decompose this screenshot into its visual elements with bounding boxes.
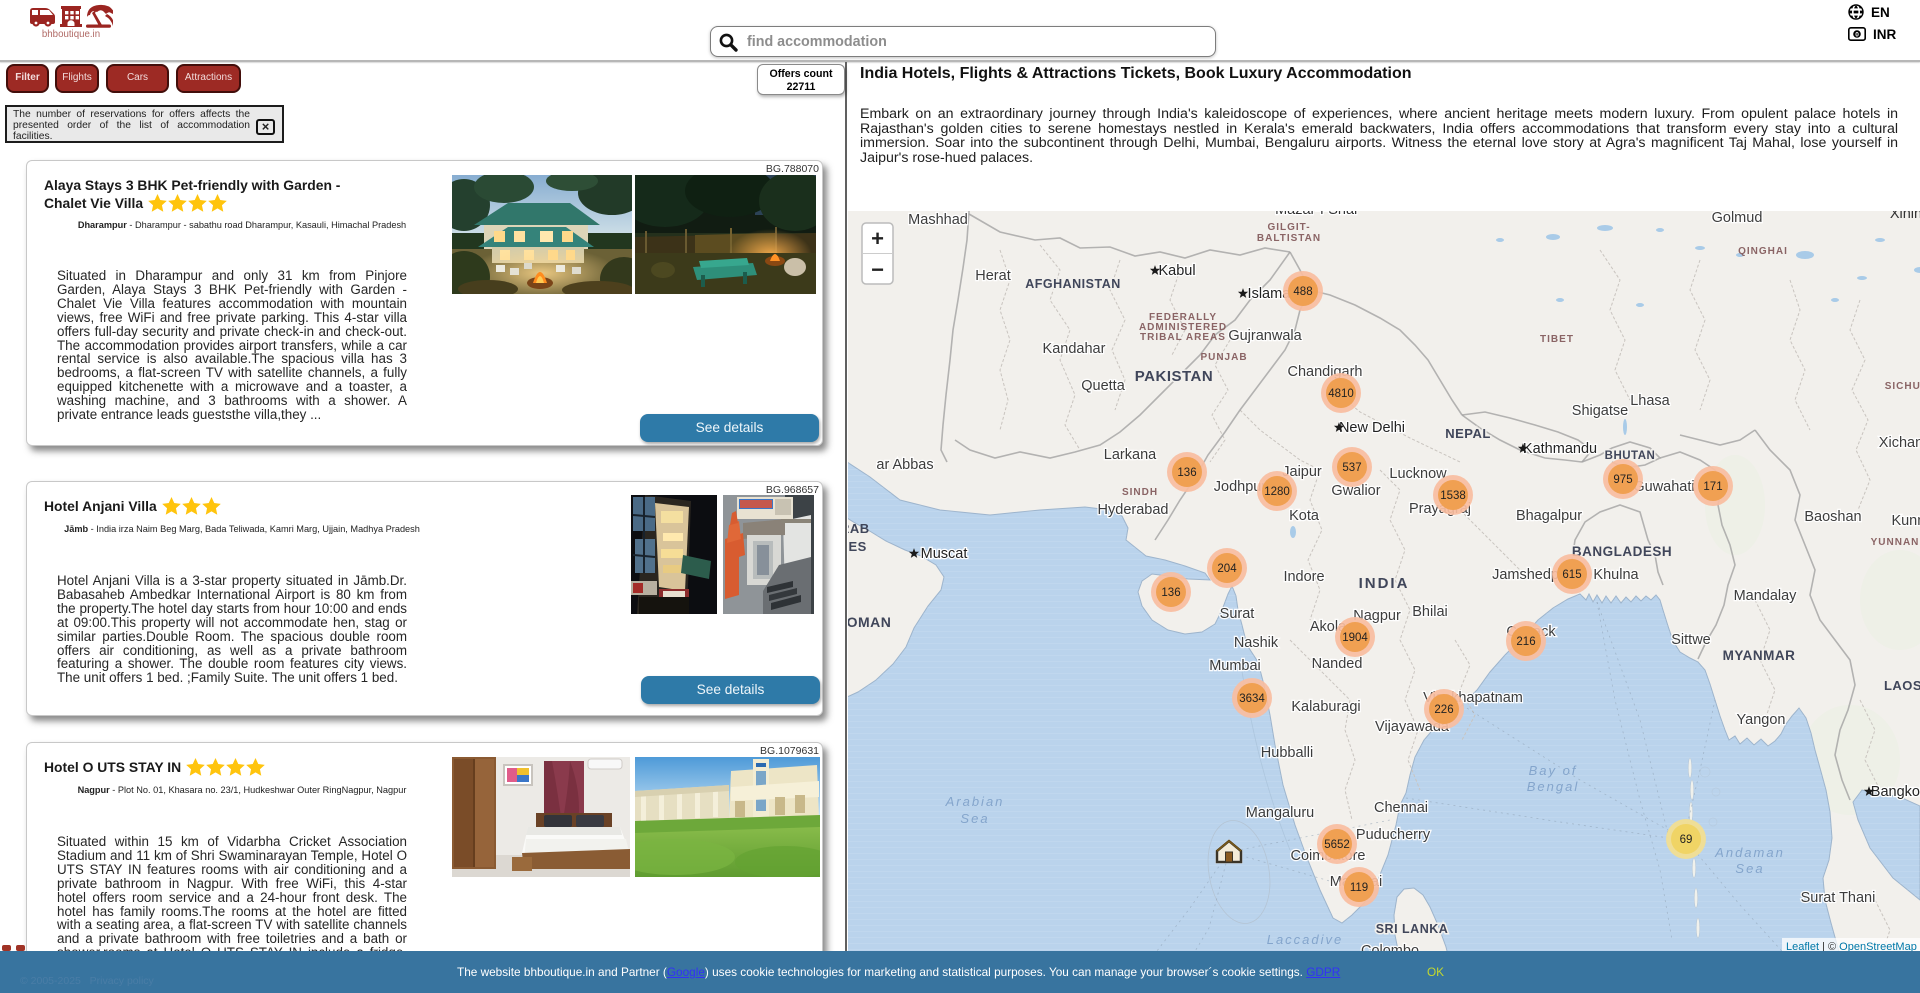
- svg-text:BALTISTAN: BALTISTAN: [1257, 233, 1321, 244]
- svg-text:Lucknow: Lucknow: [1389, 466, 1447, 482]
- svg-text:Surat: Surat: [1220, 606, 1255, 622]
- svg-text:MYANMAR: MYANMAR: [1723, 648, 1796, 663]
- svg-text:Arabian: Arabian: [945, 794, 1005, 809]
- svg-text:1538: 1538: [1440, 490, 1466, 502]
- svg-text:New Delhi: New Delhi: [1339, 420, 1405, 436]
- svg-text:Mandalay: Mandalay: [1734, 588, 1798, 604]
- svg-text:OMAN: OMAN: [848, 614, 891, 630]
- svg-text:−: −: [871, 257, 884, 282]
- svg-text:QINGHAI: QINGHAI: [1738, 246, 1788, 257]
- svg-text:LAOS: LAOS: [1884, 678, 1920, 693]
- svg-text:Laccadive: Laccadive: [1267, 932, 1344, 947]
- svg-text:TIBET: TIBET: [1540, 334, 1574, 345]
- svg-text:ar Abbas: ar Abbas: [876, 457, 933, 473]
- svg-text:Bhagalpur: Bhagalpur: [1516, 508, 1582, 524]
- svg-text:Golmud: Golmud: [1712, 211, 1763, 226]
- svg-text:Kathmandu: Kathmandu: [1523, 441, 1597, 457]
- svg-text:Kabul: Kabul: [1158, 263, 1195, 279]
- svg-text:Indore: Indore: [1283, 569, 1324, 585]
- svg-text:Shigatse: Shigatse: [1572, 403, 1628, 419]
- svg-text:SINDH: SINDH: [1122, 487, 1158, 498]
- svg-text:Bengal: Bengal: [1527, 779, 1579, 794]
- svg-text:BANGLADESH: BANGLADESH: [1572, 544, 1672, 559]
- svg-text:NEPAL: NEPAL: [1445, 426, 1491, 441]
- svg-text:Nanded: Nanded: [1312, 656, 1363, 672]
- svg-text:Andaman: Andaman: [1714, 845, 1785, 860]
- svg-text:TES: TES: [848, 539, 867, 554]
- svg-text:AFGHANISTAN: AFGHANISTAN: [1025, 277, 1121, 291]
- svg-text:Baoshan: Baoshan: [1804, 509, 1861, 525]
- svg-text:136: 136: [1161, 587, 1180, 599]
- svg-text:GILGIT-: GILGIT-: [1267, 222, 1310, 233]
- svg-text:SICHUAN: SICHUAN: [1885, 381, 1920, 392]
- svg-text:119: 119: [1350, 882, 1368, 894]
- svg-text:+: +: [871, 226, 884, 251]
- svg-text:YUNNAN: YUNNAN: [1871, 537, 1920, 548]
- svg-text:Chennai: Chennai: [1374, 800, 1428, 816]
- svg-text:204: 204: [1217, 563, 1237, 575]
- svg-text:4810: 4810: [1328, 388, 1354, 400]
- svg-text:Larkana: Larkana: [1104, 447, 1157, 463]
- svg-text:Mumbai: Mumbai: [1209, 658, 1261, 674]
- svg-text:Mashhad: Mashhad: [908, 212, 968, 228]
- svg-text:Sea: Sea: [960, 811, 989, 826]
- svg-text:Kalaburagi: Kalaburagi: [1291, 699, 1360, 715]
- svg-text:Xining: Xining: [1890, 211, 1920, 222]
- svg-text:Muscat: Muscat: [921, 546, 968, 562]
- svg-text:Kota: Kota: [1289, 508, 1320, 524]
- svg-text:488: 488: [1293, 286, 1312, 298]
- svg-text:Herat: Herat: [975, 268, 1010, 284]
- svg-text:Sea: Sea: [1735, 861, 1764, 876]
- svg-text:Kandahar: Kandahar: [1043, 341, 1106, 357]
- svg-text:TRIBAL AREAS: TRIBAL AREAS: [1140, 332, 1226, 343]
- svg-text:Mazar-i-Shar: Mazar-i-Shar: [1275, 211, 1359, 218]
- svg-text:537: 537: [1342, 462, 1361, 474]
- svg-text:Yangon: Yangon: [1737, 712, 1786, 728]
- svg-text:216: 216: [1516, 636, 1535, 648]
- svg-text:1904: 1904: [1342, 632, 1368, 644]
- svg-text:Puducherry: Puducherry: [1356, 827, 1431, 843]
- svg-text:Gujranwala: Gujranwala: [1228, 328, 1302, 344]
- svg-text:226: 226: [1434, 704, 1453, 716]
- svg-text:0: 0: [1855, 31, 1859, 38]
- svg-text:Bhilai: Bhilai: [1412, 604, 1447, 620]
- svg-text:Bay of: Bay of: [1529, 763, 1578, 778]
- svg-text:Bangkok: Bangkok: [1871, 784, 1920, 800]
- svg-text:Hubballi: Hubballi: [1261, 745, 1313, 761]
- svg-text:PAKISTAN: PAKISTAN: [1135, 368, 1213, 385]
- svg-text:Lhasa: Lhasa: [1630, 393, 1670, 409]
- svg-text:Khulna: Khulna: [1593, 567, 1639, 583]
- svg-text:Hyderabad: Hyderabad: [1098, 502, 1169, 518]
- svg-text:SRI LANKA: SRI LANKA: [1376, 922, 1449, 936]
- svg-text:BHUTAN: BHUTAN: [1605, 450, 1656, 462]
- svg-text:Nashik: Nashik: [1234, 635, 1279, 651]
- svg-text:PUNJAB: PUNJAB: [1200, 352, 1247, 363]
- svg-text:Mangaluru: Mangaluru: [1246, 805, 1315, 821]
- svg-text:1280: 1280: [1264, 486, 1290, 498]
- svg-text:69: 69: [1680, 834, 1693, 846]
- svg-text:Kunmi: Kunmi: [1891, 513, 1920, 529]
- svg-text:3634: 3634: [1239, 693, 1265, 705]
- svg-text:975: 975: [1613, 474, 1632, 486]
- svg-text:Surat Thani: Surat Thani: [1801, 890, 1876, 906]
- svg-text:171: 171: [1703, 481, 1722, 493]
- svg-text:615: 615: [1562, 569, 1581, 581]
- svg-text:Xichang: Xichang: [1879, 435, 1920, 451]
- svg-text:Quetta: Quetta: [1081, 378, 1125, 394]
- svg-text:136: 136: [1177, 467, 1196, 479]
- svg-text:RAB: RAB: [848, 521, 870, 536]
- svg-text:Sittwe: Sittwe: [1671, 632, 1711, 648]
- svg-text:5652: 5652: [1324, 839, 1350, 851]
- svg-text:INDIA: INDIA: [1359, 575, 1410, 592]
